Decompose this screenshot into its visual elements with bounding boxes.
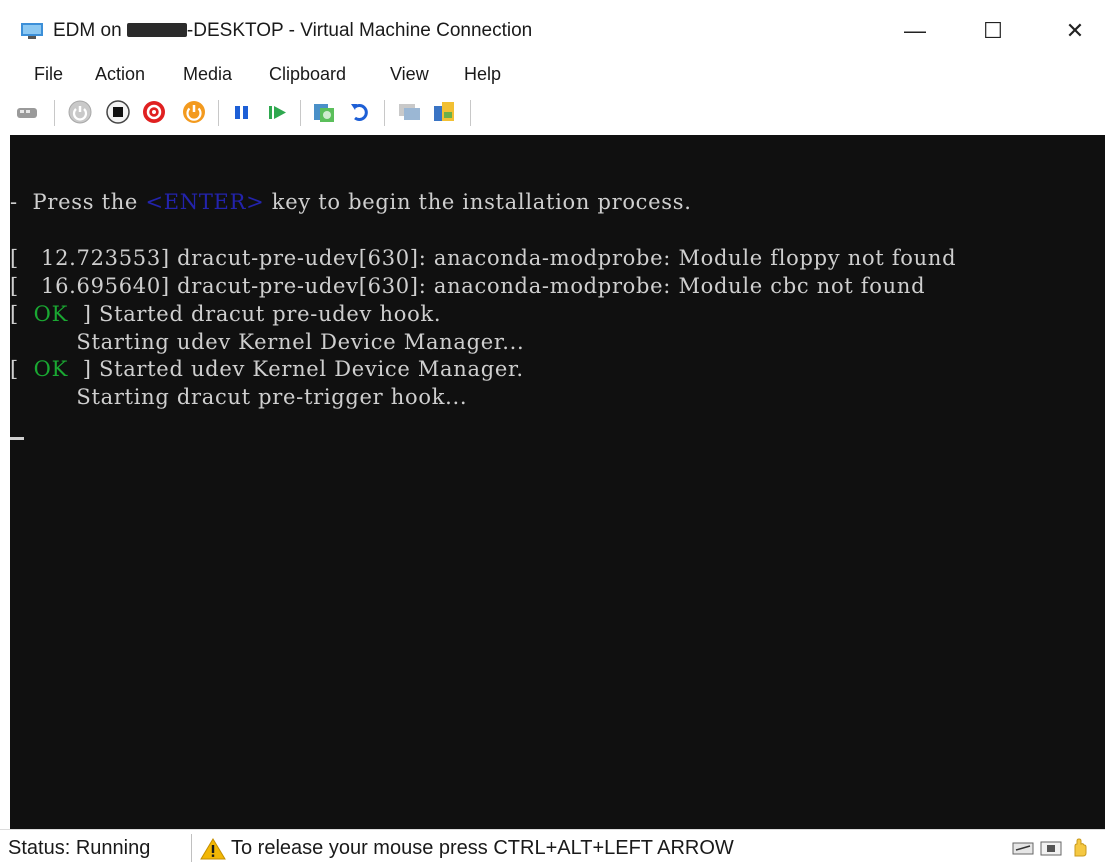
revert-icon[interactable] (346, 98, 374, 126)
ok-status: OK (33, 357, 68, 381)
maximize-icon: ☐ (983, 18, 1003, 43)
reset-icon[interactable] (264, 98, 292, 126)
menu-media[interactable]: Media (183, 64, 232, 85)
enhanced-session-icon[interactable] (396, 98, 424, 126)
close-icon: ✕ (1065, 18, 1085, 43)
console-line-1: - Press the <ENTER> key to begin the ins… (10, 190, 692, 214)
status-bar: Status: Running To release your mouse pr… (0, 829, 1105, 866)
window-title: EDM on -DESKTOP - Virtual Machine Connec… (53, 20, 532, 42)
mouse-hand-icon (1074, 838, 1087, 857)
menu-bar: File Action Media Clipboard View Help (0, 62, 1105, 90)
warning-icon (200, 838, 226, 860)
console-text: [ (10, 357, 34, 381)
redacted-name (126, 23, 187, 37)
title-bar[interactable]: EDM on -DESKTOP - Virtual Machine Connec… (0, 0, 1105, 62)
ok-status: OK (33, 302, 68, 326)
vm-connection-window: EDM on -DESKTOP - Virtual Machine Connec… (0, 0, 1105, 866)
console-text: key to begin the installation process. (264, 190, 692, 214)
title-suffix: -DESKTOP - Virtual Machine Connection (186, 20, 533, 41)
capture-icon (1040, 841, 1062, 856)
toolbar-separator (470, 100, 471, 126)
vm-connection-icon (21, 23, 43, 39)
keyboard-icon (1012, 842, 1034, 855)
console-text: - Press the (10, 190, 146, 214)
console-line-2: [ 12.723553] dracut-pre-udev[630]: anaco… (10, 246, 957, 270)
toolbar-separator (384, 100, 385, 126)
toolbar-separator (218, 100, 219, 126)
close-button[interactable]: ✕ (1052, 10, 1098, 52)
title-prefix: EDM on (53, 20, 127, 41)
menu-file[interactable]: File (34, 64, 63, 85)
save-icon[interactable] (180, 98, 208, 126)
minimize-icon: — (904, 18, 926, 43)
turn-off-icon[interactable] (104, 98, 132, 126)
console-text: [ (10, 302, 34, 326)
toolbar-separator (54, 100, 55, 126)
text-cursor (10, 437, 24, 440)
console-text: ] Started udev Kernel Device Manager. (67, 357, 524, 381)
console-line-7: Starting dracut pre-trigger hook... (10, 385, 468, 409)
menu-action[interactable]: Action (95, 64, 145, 85)
enter-key-label: <ENTER> (145, 190, 265, 214)
vm-console-screen[interactable]: - Press the <ENTER> key to begin the ins… (10, 135, 1105, 829)
mouse-release-hint: To release your mouse press CTRL+ALT+LEF… (231, 837, 734, 859)
ctrl-alt-del-icon[interactable] (14, 98, 42, 126)
minimize-button[interactable]: — (892, 10, 938, 52)
checkpoint-icon[interactable] (310, 98, 338, 126)
shut-down-icon[interactable] (140, 98, 168, 126)
menu-clipboard[interactable]: Clipboard (269, 64, 346, 85)
start-icon[interactable] (66, 98, 94, 126)
status-separator (191, 834, 192, 862)
toolbar-separator (300, 100, 301, 126)
menu-help[interactable]: Help (464, 64, 501, 85)
console-text: ] Started dracut pre-udev hook. (67, 302, 442, 326)
maximize-button[interactable]: ☐ (970, 10, 1016, 52)
pause-icon[interactable] (228, 98, 256, 126)
console-line-3: [ 16.695640] dracut-pre-udev[630]: anaco… (10, 274, 926, 298)
console-line-6: [ OK ] Started udev Kernel Device Manage… (10, 357, 524, 381)
share-icon[interactable] (430, 98, 458, 126)
console-line-4: [ OK ] Started dracut pre-udev hook. (10, 302, 441, 326)
toolbar (0, 94, 1105, 130)
status-label: Status: Running (8, 837, 151, 859)
menu-view[interactable]: View (390, 64, 429, 85)
console-line-5: Starting udev Kernel Device Manager... (10, 330, 525, 354)
